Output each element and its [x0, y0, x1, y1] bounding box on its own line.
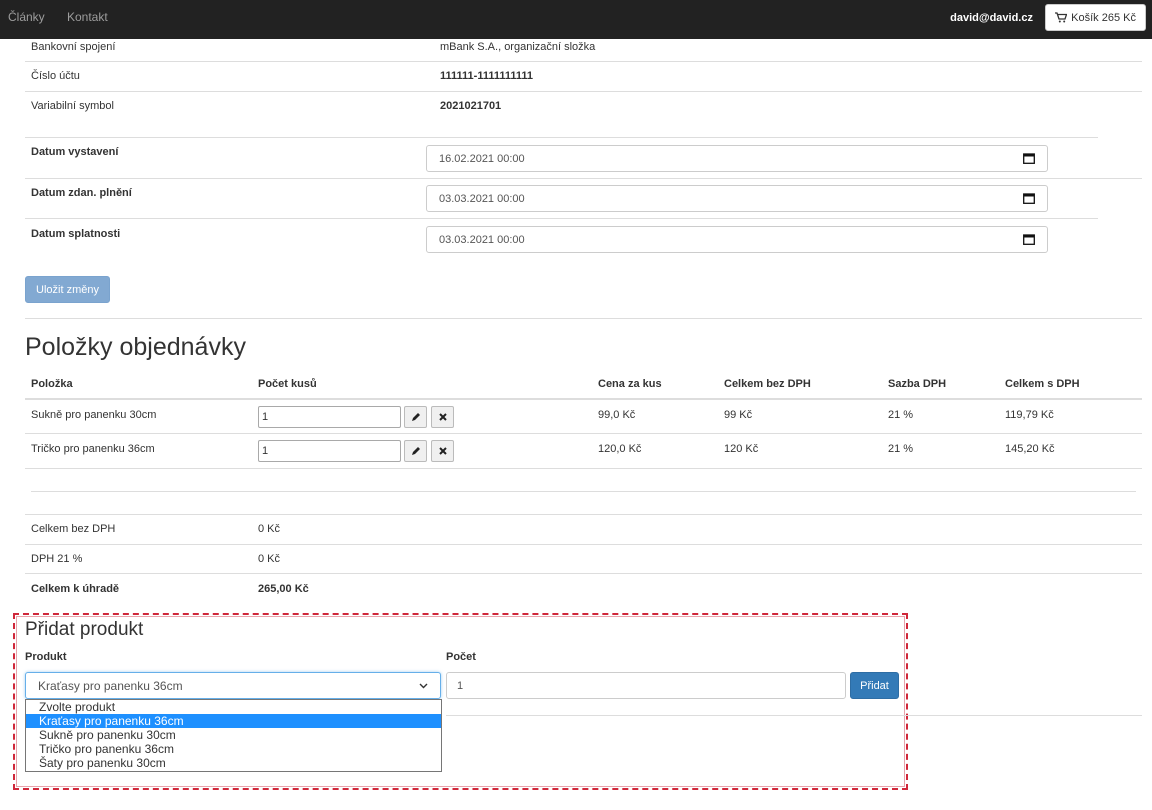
bank-value: mBank S.A., organizační složka [440, 41, 596, 53]
due-date-label: Datum splatnosti [31, 228, 121, 240]
divider [25, 544, 1142, 545]
summary-label: DPH 21 % [31, 553, 83, 565]
col-header-total-vat: Celkem s DPH [1005, 378, 1080, 390]
dropdown-option[interactable]: Sukně pro panenku 30cm [26, 728, 441, 742]
col-header-item: Položka [31, 378, 73, 390]
divider [25, 433, 1142, 434]
dropdown-option-highlighted[interactable]: Kraťasy pro panenku 36cm [26, 714, 441, 728]
vat-rate: 21 % [888, 409, 914, 421]
issue-date-label: Datum vystavení [31, 146, 119, 158]
cart-label: Košík 265 Kč [1071, 11, 1136, 24]
divider [25, 91, 1142, 92]
add-product-button[interactable]: Přidat [850, 672, 899, 699]
edit-button[interactable] [404, 440, 427, 462]
edit-button[interactable] [404, 406, 427, 428]
divider [25, 318, 1142, 319]
total-vat: 119,79 Kč [1005, 409, 1054, 421]
tax-date-value: 03.03.2021 00:00 [439, 192, 525, 205]
col-header-total-no-vat: Celkem bez DPH [724, 378, 811, 390]
calendar-icon[interactable] [1023, 153, 1035, 164]
divider [25, 61, 1142, 62]
total-no-vat: 99 Kč [724, 409, 753, 421]
divider [25, 218, 1098, 219]
divider [31, 491, 1136, 492]
calendar-icon[interactable] [1023, 234, 1035, 245]
product-select-value: Kraťasy pro panenku 36cm [38, 678, 183, 693]
vs-label: Variabilní symbol [31, 100, 114, 112]
cart-icon [1055, 12, 1068, 23]
item-name: Sukně pro panenku 30cm [31, 409, 157, 421]
qty-input[interactable]: 1 [258, 440, 401, 462]
remove-button[interactable] [431, 406, 454, 428]
divider [25, 178, 1142, 179]
divider [25, 468, 1142, 469]
issue-date-input[interactable]: 16.02.2021 00:00 [426, 145, 1048, 172]
issue-date-value: 16.02.2021 00:00 [439, 152, 525, 165]
nav-link-articles[interactable]: Články [8, 10, 45, 24]
divider [25, 514, 1142, 515]
divider [25, 137, 1098, 138]
unit-price: 99,0 Kč [598, 409, 636, 421]
total-vat: 145,20 Kč [1005, 443, 1055, 455]
dropdown-option[interactable]: Zvolte produkt [26, 700, 441, 714]
count-label: Počet [446, 651, 476, 663]
nav-link-contact[interactable]: Kontakt [67, 10, 108, 24]
count-input[interactable] [446, 672, 846, 699]
bank-label: Bankovní spojení [31, 41, 116, 53]
product-label: Produkt [25, 651, 67, 663]
x-icon [438, 447, 447, 455]
remove-button[interactable] [431, 440, 454, 462]
col-header-qty: Počet kusů [258, 378, 317, 390]
cart-button[interactable]: Košík 265 Kč [1045, 4, 1146, 31]
item-name: Tričko pro panenku 36cm [31, 443, 155, 455]
due-date-value: 03.03.2021 00:00 [439, 233, 525, 246]
save-changes-button[interactable]: Uložit změny [25, 276, 110, 303]
account-label: Číslo účtu [31, 70, 80, 82]
summary-value: 0 Kč [258, 553, 281, 565]
col-header-unit-price: Cena za kus [598, 378, 662, 390]
total-no-vat: 120 Kč [724, 443, 759, 455]
dropdown-option[interactable]: Šaty pro panenku 30cm [26, 756, 441, 770]
pencil-icon [411, 413, 420, 421]
summary-value: 0 Kč [258, 523, 281, 535]
vs-value: 2021021701 [440, 100, 502, 112]
account-value: 111111-1111111111 [440, 70, 534, 82]
order-items-title: Položky objednávky [25, 333, 246, 361]
due-date-input[interactable]: 03.03.2021 00:00 [426, 226, 1048, 253]
add-product-title: Přidat produkt [25, 619, 144, 640]
user-email[interactable]: david@david.cz [950, 12, 1033, 24]
divider [446, 715, 1142, 716]
col-header-vat-rate: Sazba DPH [888, 378, 947, 390]
x-icon [438, 413, 447, 421]
top-navbar: Články Kontakt david@david.cz Košík 265 … [0, 0, 1152, 39]
dropdown-option[interactable]: Tričko pro panenku 36cm [26, 742, 441, 756]
summary-total-value: 265,00 Kč [258, 583, 309, 595]
summary-total-label: Celkem k úhradě [31, 583, 120, 595]
divider [25, 573, 1142, 574]
product-dropdown-list: Zvolte produkt Kraťasy pro panenku 36cm … [25, 699, 442, 772]
chevron-down-icon [419, 683, 428, 688]
unit-price: 120,0 Kč [598, 443, 642, 455]
summary-label: Celkem bez DPH [31, 523, 116, 535]
pencil-icon [411, 447, 420, 455]
tax-date-label: Datum zdan. plnění [31, 187, 132, 199]
tax-date-input[interactable]: 03.03.2021 00:00 [426, 185, 1048, 212]
product-select[interactable]: Kraťasy pro panenku 36cm [25, 672, 441, 699]
qty-input[interactable]: 1 [258, 406, 401, 428]
header-divider [25, 398, 1142, 400]
calendar-icon[interactable] [1023, 193, 1035, 204]
vat-rate: 21 % [888, 443, 914, 455]
